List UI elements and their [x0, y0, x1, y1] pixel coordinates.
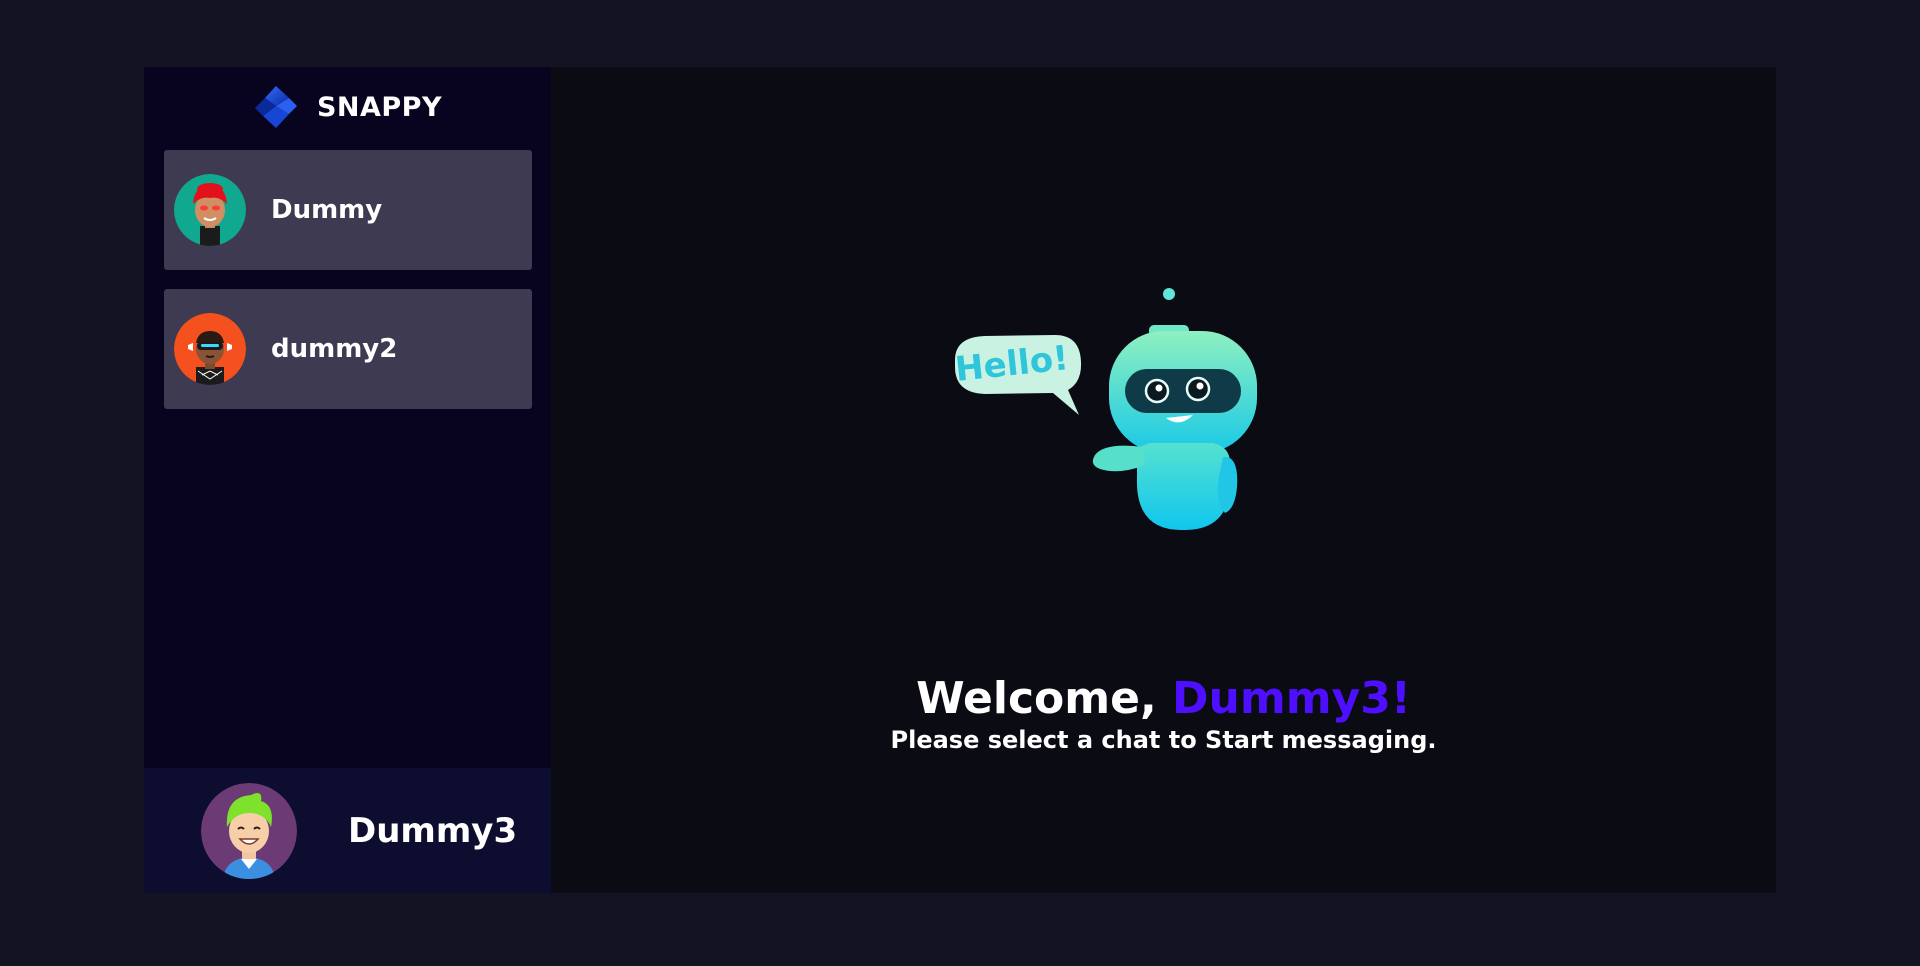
chat-app: SNAPPY Dummy dummy2 Dummy3 Hello! Welcom…: [144, 67, 1776, 893]
contacts-sidebar: SNAPPY Dummy dummy2 Dummy3: [144, 67, 551, 893]
contact-name: Dummy: [271, 195, 383, 225]
welcome-panel: Hello! Welcome, Dummy3! Please select a …: [551, 67, 1776, 893]
welcome-username: Dummy3!: [1172, 673, 1411, 724]
welcome-subtitle: Please select a chat to Start messaging.: [890, 725, 1437, 754]
robot-hello-illustration: Hello!: [953, 288, 1257, 531]
brand: SNAPPY: [144, 67, 551, 147]
contact-name: dummy2: [271, 334, 398, 364]
avatar-red-hair-icon: [174, 174, 246, 246]
welcome-message: Welcome, Dummy3! Please select a chat to…: [551, 673, 1776, 756]
avatar-green-hair-icon: [201, 782, 297, 879]
brand-name: SNAPPY: [316, 91, 443, 123]
contact-item[interactable]: Dummy: [164, 150, 532, 270]
current-user-panel: Dummy3: [144, 768, 551, 893]
contact-list: Dummy dummy2: [164, 150, 532, 428]
welcome-heading: Welcome, Dummy3!: [551, 673, 1776, 725]
welcome-greeting: Welcome,: [916, 673, 1172, 724]
snappy-logo-icon: [254, 86, 297, 128]
avatar-visor-icon: [174, 313, 246, 385]
current-username: Dummy3: [348, 810, 518, 851]
contact-item[interactable]: dummy2: [164, 289, 532, 409]
